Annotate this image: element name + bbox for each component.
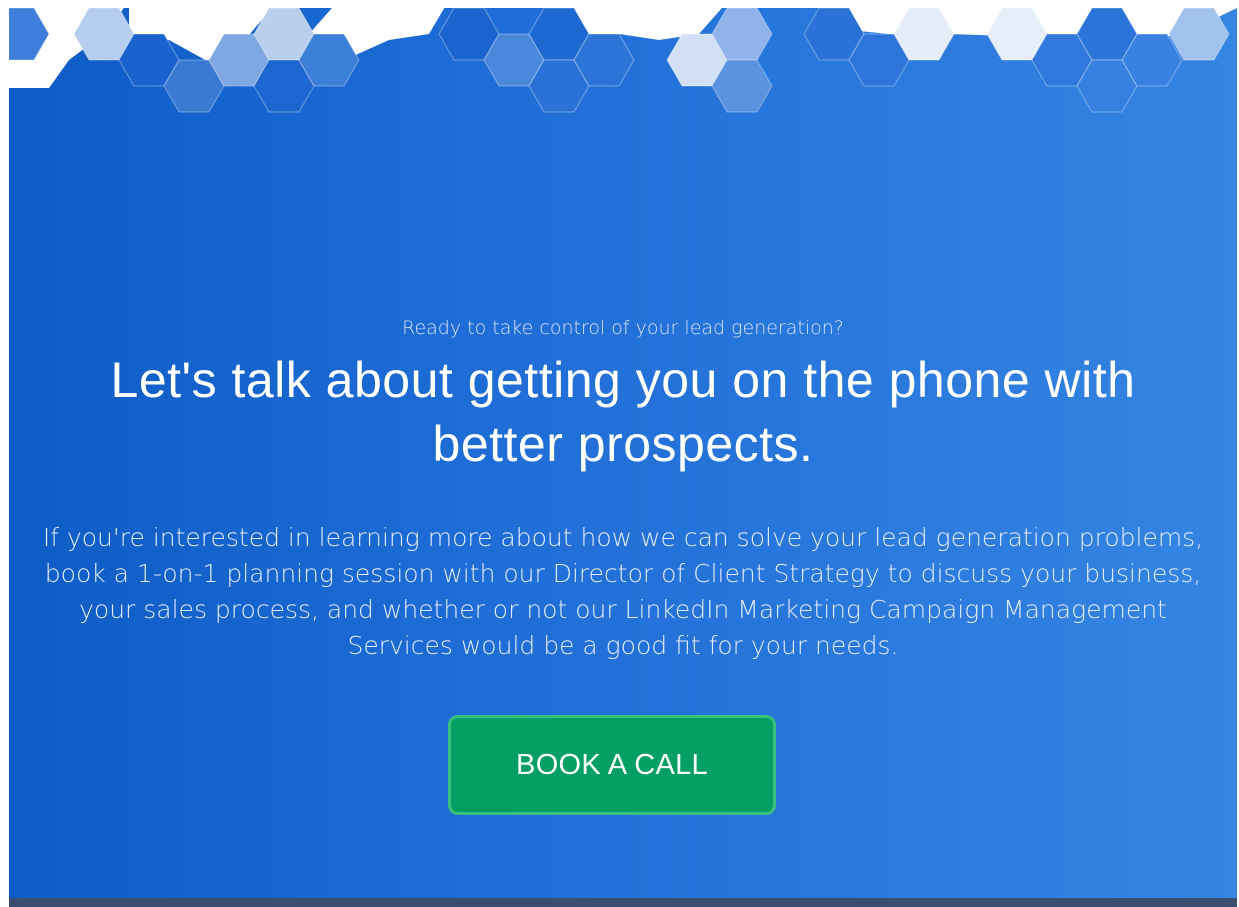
headline: Let's talk about getting you on the phon… xyxy=(110,352,1136,472)
book-a-call-button[interactable]: BOOK A CALL xyxy=(448,715,776,815)
page: Ready to take control of your lead gener… xyxy=(0,0,1239,907)
footer-strip xyxy=(9,898,1237,907)
eyebrow-text: Ready to take control of your lead gener… xyxy=(402,317,844,339)
hexagon-pattern-icon xyxy=(9,0,1237,113)
body-text: If you're interested in learning more ab… xyxy=(42,523,1204,660)
cta-content: Ready to take control of your lead gener… xyxy=(9,310,1237,664)
